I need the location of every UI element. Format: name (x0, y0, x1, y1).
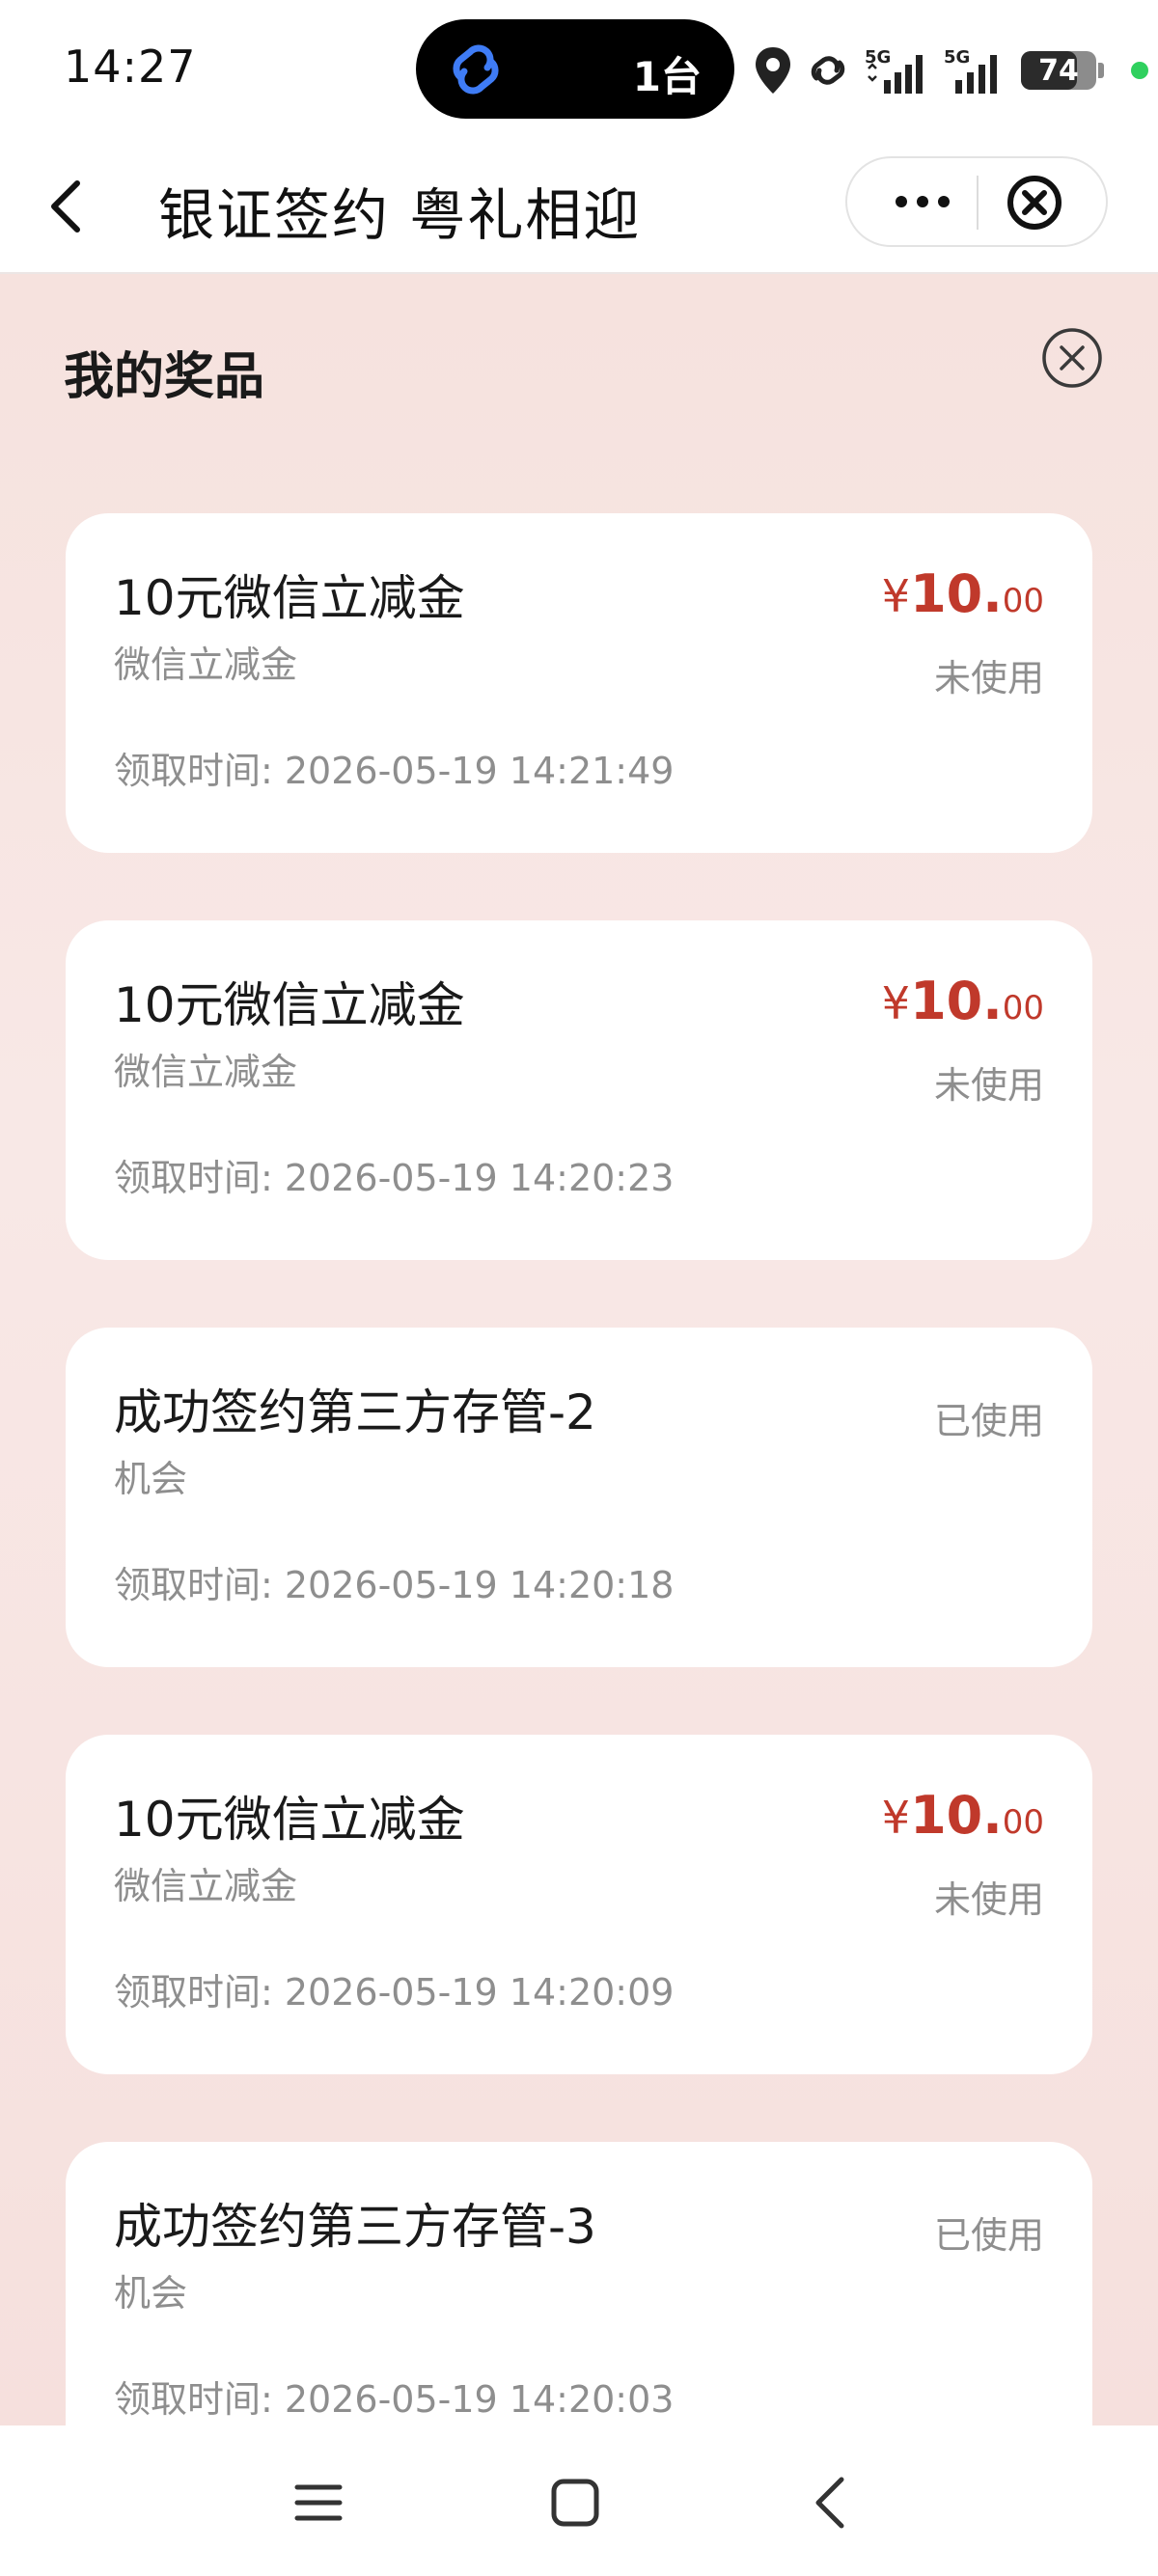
home-square-icon[interactable] (537, 2464, 614, 2541)
prize-card[interactable]: 10元微信立减金 微信立减金 领取时间: 2026-05-19 14:21:49… (66, 513, 1092, 853)
prize-status: 未使用 (933, 1064, 1044, 1107)
privacy-indicator-dot (1131, 62, 1148, 79)
prize-name: 10元微信立减金 (114, 570, 465, 626)
amount-decimal: 00 (1002, 1803, 1044, 1842)
prize-status: 未使用 (933, 657, 1044, 699)
amount-integer: 10. (910, 971, 1003, 1031)
status-icons: 5G 5G 74 (753, 37, 1148, 104)
prize-amount: ¥10.00 (882, 563, 1044, 624)
hotspot-link-icon (811, 56, 845, 85)
prize-status: 已使用 (933, 2214, 1044, 2257)
battery-icon: 74 (1021, 51, 1096, 90)
battery-cap (1098, 63, 1104, 78)
prize-name: 成功签约第三方存管-2 (114, 1384, 596, 1440)
close-panel-icon[interactable] (1040, 326, 1104, 390)
network-label-1: 5G (865, 47, 891, 68)
currency-symbol: ¥ (881, 977, 911, 1029)
signal-5g-icon: 5G (865, 47, 923, 94)
prize-card[interactable]: 成功签约第三方存管-2 机会 领取时间: 2026-05-19 14:20:18… (66, 1328, 1092, 1667)
prize-name: 10元微信立减金 (114, 977, 465, 1033)
currency-symbol: ¥ (881, 1792, 911, 1844)
island-label: 1台 (632, 53, 702, 100)
battery-level: 74 (1038, 53, 1079, 88)
panel-title: 我的奖品 (64, 348, 265, 406)
amount-integer: 10. (910, 563, 1003, 624)
capsule-divider (977, 176, 979, 230)
amount-integer: 10. (910, 1785, 1003, 1846)
amount-decimal: 00 (1002, 989, 1044, 1028)
link-icon (453, 44, 499, 95)
amount-decimal: 00 (1002, 582, 1044, 620)
prize-status: 未使用 (933, 1878, 1044, 1921)
prize-claim-time: 领取时间: 2026-05-19 14:20:23 (114, 1157, 675, 1199)
more-icon[interactable] (892, 187, 953, 216)
location-icon (756, 47, 790, 94)
prize-type: 机会 (114, 1458, 188, 1500)
close-miniprogram-icon[interactable] (1006, 174, 1063, 232)
prize-type: 微信立减金 (114, 1051, 298, 1093)
prize-card[interactable]: 成功签约第三方存管-3 机会 领取时间: 2026-05-19 14:20:03… (66, 2142, 1092, 2425)
prize-type: 微信立减金 (114, 1865, 298, 1907)
system-nav-bar (0, 2425, 1158, 2576)
prize-status: 已使用 (933, 1400, 1044, 1442)
prize-claim-time: 领取时间: 2026-05-19 14:20:18 (114, 1564, 675, 1606)
miniprogram-capsule (845, 156, 1108, 247)
prize-name: 成功签约第三方存管-3 (114, 2199, 596, 2255)
prizes-panel: 我的奖品 10元微信立减金 微信立减金 领取时间: 2026-05-19 14:… (0, 274, 1158, 2425)
back-icon[interactable] (793, 2464, 870, 2541)
page-title: 银证签约 粤礼相迎 (158, 182, 642, 248)
currency-symbol: ¥ (881, 570, 911, 622)
prize-claim-time: 领取时间: 2026-05-19 14:21:49 (114, 750, 675, 792)
prize-type: 机会 (114, 2272, 188, 2315)
dynamic-island[interactable]: 1台 (416, 19, 734, 119)
signal-5g-icon-2: 5G (944, 47, 997, 94)
prize-claim-time: 领取时间: 2026-05-19 14:20:03 (114, 2378, 675, 2421)
nav-bar: 银证签约 粤礼相迎 (0, 141, 1158, 274)
prize-name: 10元微信立减金 (114, 1792, 465, 1848)
prize-amount: ¥10.00 (882, 1785, 1044, 1846)
status-bar: 14:27 1台 5G 5G 74 (0, 0, 1158, 141)
prize-claim-time: 领取时间: 2026-05-19 14:20:09 (114, 1971, 675, 2014)
prize-card[interactable]: 10元微信立减金 微信立减金 领取时间: 2026-05-19 14:20:09… (66, 1735, 1092, 2074)
back-arrow-icon[interactable] (39, 174, 96, 239)
network-label-2: 5G (944, 47, 970, 68)
prize-amount: ¥10.00 (882, 971, 1044, 1031)
prize-card[interactable]: 10元微信立减金 微信立减金 领取时间: 2026-05-19 14:20:23… (66, 920, 1092, 1260)
prize-type: 微信立减金 (114, 644, 298, 686)
status-time: 14:27 (64, 41, 197, 93)
menu-icon[interactable] (280, 2464, 357, 2541)
